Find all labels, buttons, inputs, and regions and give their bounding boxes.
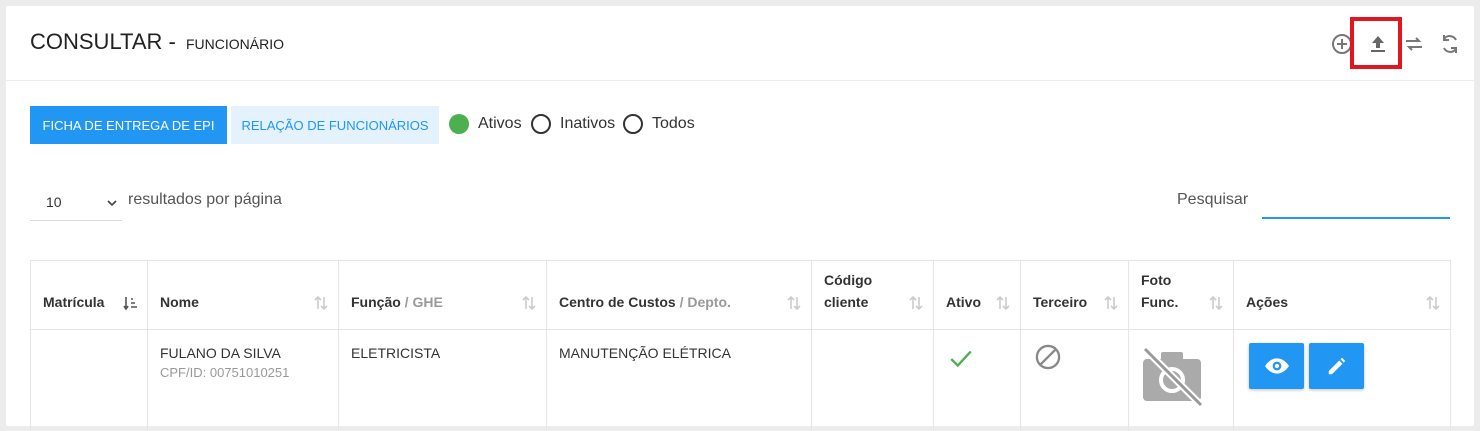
column-codigo-cliente: Código cliente <box>812 261 934 431</box>
employees-table: Matrícula Nome FULANO DA SILVA CPF/ID: 0… <box>30 260 1451 431</box>
chevron-down-icon <box>107 200 117 207</box>
page-subtitle: FUNCIONÁRIO <box>185 36 284 52</box>
header-label: Ações <box>1246 294 1289 310</box>
radio-unchecked-icon <box>623 114 643 134</box>
header-label: Nome <box>160 294 199 310</box>
employee-cpf: CPF/ID: 00751010251 <box>160 365 290 380</box>
main-card: CONSULTAR - FUNCIONÁRIO FICHA DE ENTREGA… <box>6 6 1474 431</box>
page-title-main: CONSULTAR - <box>30 29 182 54</box>
column-terceiro: Terceiro <box>1021 261 1129 431</box>
sort-asc-active-icon <box>123 297 137 311</box>
header-acoes[interactable]: Ações <box>1234 261 1450 330</box>
header-foto[interactable]: Foto Func. <box>1129 261 1233 330</box>
column-funcao: Função / GHE ELETRICISTA <box>339 261 547 431</box>
header-codigo-cliente[interactable]: Código cliente <box>812 261 933 330</box>
sort-icon <box>996 295 1010 311</box>
filter-all-radio[interactable]: Todos <box>623 114 695 134</box>
epi-delivery-button[interactable]: FICHA DE ENTREGA DE EPI <box>30 106 227 144</box>
view-button[interactable] <box>1249 343 1304 389</box>
column-nome: Nome FULANO DA SILVA CPF/ID: 00751010251 <box>148 261 339 431</box>
header-funcao[interactable]: Função / GHE <box>339 261 546 330</box>
cell-funcao: ELETRICISTA <box>351 345 441 361</box>
page-length-value: 10 <box>46 194 62 210</box>
column-centro-custos: Centro de Custos / Depto. MANUTENÇÃO ELÉ… <box>547 261 812 431</box>
header-nome[interactable]: Nome <box>148 261 338 330</box>
sort-icon <box>522 295 536 311</box>
pencil-icon <box>1328 357 1345 375</box>
employee-name: FULANO DA SILVA <box>160 345 281 361</box>
filter-inactive-label: Inativos <box>560 115 616 132</box>
page-length-select[interactable]: 10 <box>30 186 122 221</box>
filter-active-label: Ativos <box>478 115 522 132</box>
header-ativo[interactable]: Ativo <box>934 261 1020 330</box>
column-matricula: Matrícula <box>31 261 148 431</box>
search-input[interactable] <box>1262 186 1450 219</box>
sort-icon <box>314 295 328 311</box>
radio-unchecked-icon <box>531 114 551 134</box>
swap-icon <box>1406 37 1422 51</box>
refresh-icon <box>1443 35 1457 53</box>
block-icon <box>1035 344 1061 370</box>
page-header: CONSULTAR - FUNCIONÁRIO <box>6 6 1474 81</box>
check-icon <box>950 350 972 368</box>
column-foto: Foto Func. <box>1129 261 1234 431</box>
header-terceiro[interactable]: Terceiro <box>1021 261 1128 330</box>
filter-active-radio[interactable]: Ativos <box>449 114 522 134</box>
eye-icon <box>1264 358 1289 374</box>
cell-nome: FULANO DA SILVA CPF/ID: 00751010251 <box>160 343 289 383</box>
refresh-button[interactable] <box>1436 30 1464 58</box>
filter-all-label: Todos <box>652 115 695 132</box>
header-label: Ativo <box>946 294 981 310</box>
sort-icon <box>1426 295 1440 311</box>
sort-icon <box>787 295 801 311</box>
header-label: Centro de Custos / Depto. <box>559 294 731 310</box>
header-label: Função / GHE <box>351 294 443 310</box>
sort-icon <box>1209 295 1223 311</box>
radio-checked-icon <box>449 114 469 134</box>
header-centro-custos[interactable]: Centro de Custos / Depto. <box>547 261 811 330</box>
sort-icon <box>1104 295 1118 311</box>
search-label: Pesquisar <box>1177 191 1249 208</box>
page-length-label: resultados por página <box>128 191 282 208</box>
header-label: Matrícula <box>43 294 105 310</box>
header-matricula[interactable]: Matrícula <box>31 261 147 330</box>
swap-button[interactable] <box>1400 30 1428 58</box>
edit-button[interactable] <box>1309 343 1364 389</box>
sort-icon <box>909 295 923 311</box>
cell-centro-custos: MANUTENÇÃO ELÉTRICA <box>559 345 731 361</box>
header-label: Terceiro <box>1033 294 1088 310</box>
header-label: Código cliente <box>824 272 873 310</box>
filter-inactive-radio[interactable]: Inativos <box>531 114 615 134</box>
page-title: CONSULTAR - FUNCIONÁRIO <box>30 29 284 55</box>
no-photo-icon <box>1142 346 1204 408</box>
header-label: Foto Func. <box>1141 272 1179 310</box>
upload-highlight-box <box>1350 17 1402 69</box>
column-ativo: Ativo <box>934 261 1021 431</box>
employee-report-button[interactable]: RELAÇÃO DE FUNCIONÁRIOS <box>231 106 439 144</box>
column-acoes: Ações <box>1234 261 1451 431</box>
